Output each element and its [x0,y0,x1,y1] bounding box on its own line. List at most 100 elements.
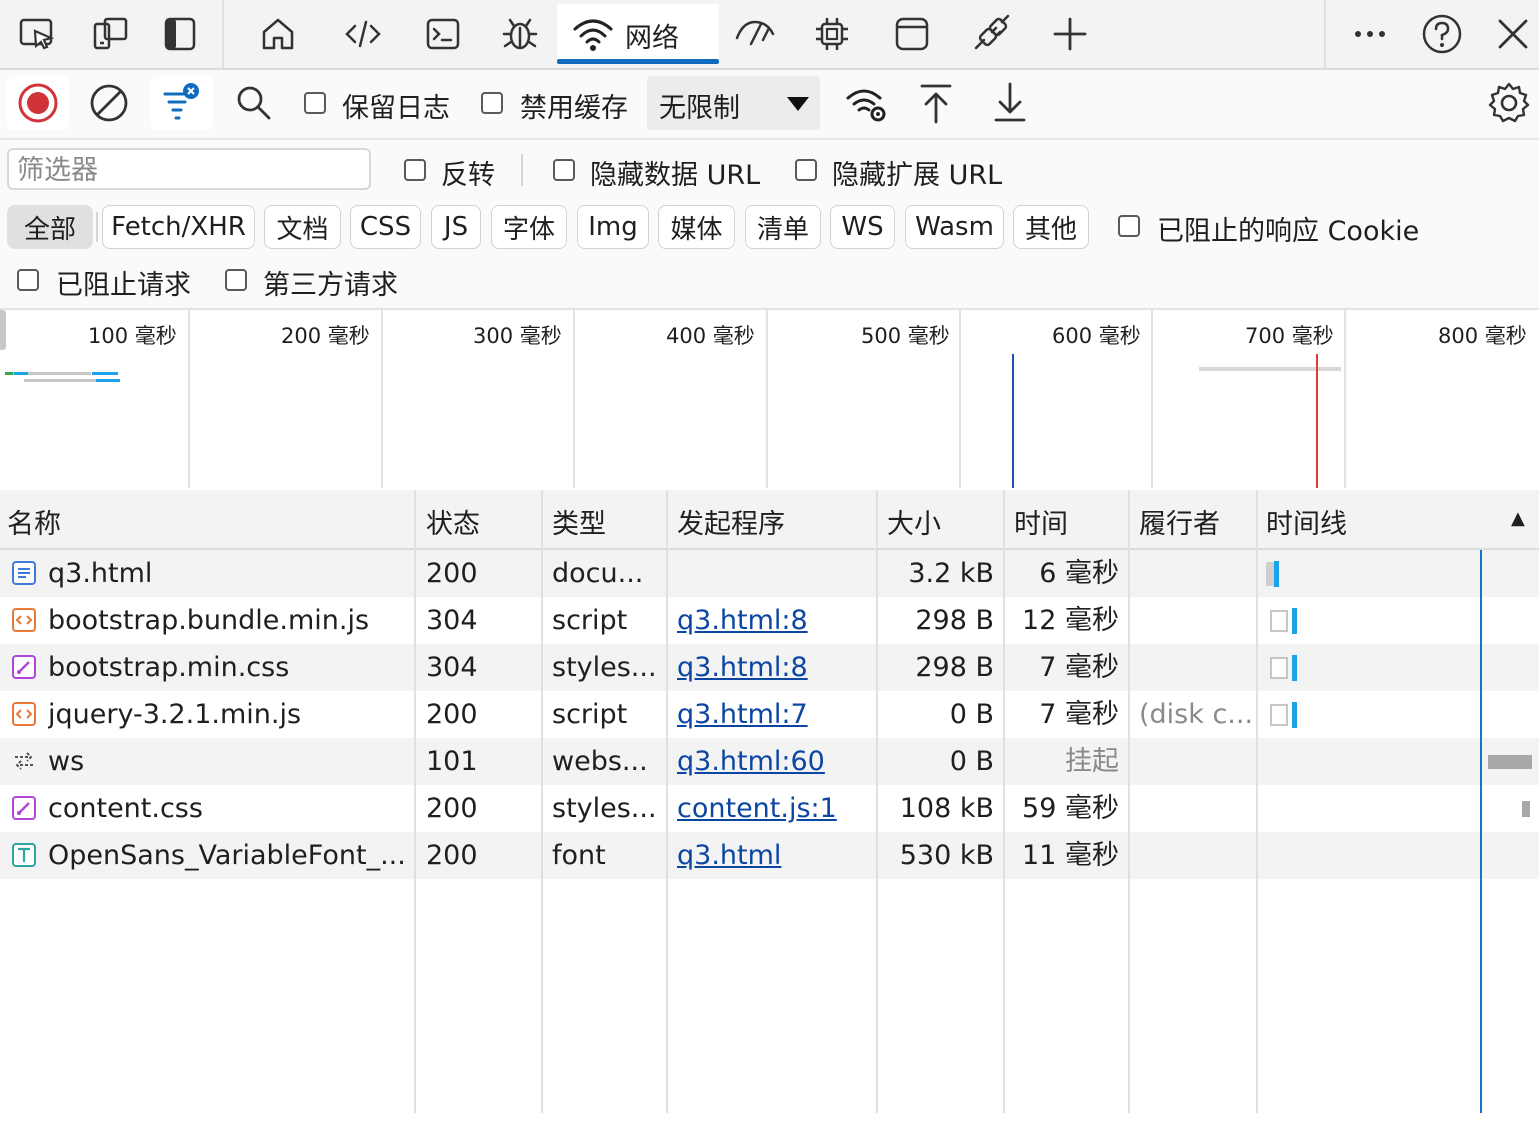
export-har-button[interactable] [990,80,1030,126]
performance-icon[interactable] [733,12,777,56]
blocked-requests-label: 已阻止请求 [56,270,191,301]
third-party-label: 第三方请求 [263,270,398,301]
waterfall-bar-waiting [1522,800,1530,817]
memory-chip-icon[interactable] [810,12,854,56]
sort-ascending-icon[interactable]: ▲ [1511,508,1525,529]
request-status: 101 [426,746,478,777]
dom-content-loaded-line [1012,354,1014,488]
type-filter-img[interactable]: Img [577,205,649,249]
preserve-log-checkbox[interactable] [304,92,326,114]
blocked-requests-checkbox[interactable] [17,269,39,291]
overview-left-handle[interactable] [0,310,6,350]
filter-toggle-button[interactable] [151,76,213,130]
request-initiator-link[interactable]: q3.html:8 [677,597,872,644]
type-filter-fetch-xhr[interactable]: Fetch/XHR [102,205,255,249]
column-header-fulfilled-by[interactable]: 履行者 [1139,502,1220,541]
blocked-cookies-checkbox[interactable] [1118,215,1140,237]
table-row[interactable]: OpenSans_VariableFont_... 200 font q3.html 5… [0,832,1539,879]
column-header-initiator[interactable]: 发起程序 [677,502,785,541]
request-type: docu... [552,558,644,589]
waterfall-bar-waiting [1488,754,1532,769]
invert-checkbox[interactable] [404,159,426,181]
column-header-name[interactable]: 名称 [7,502,61,541]
add-tool-icon[interactable] [1048,12,1092,56]
crossorigin-plug-icon[interactable] [968,12,1012,56]
device-emulation-icon[interactable] [88,12,132,56]
request-initiator-link[interactable]: q3.html [677,832,872,879]
hide-extension-urls-checkbox[interactable] [795,159,817,181]
tab-network[interactable]: 网络 [557,4,719,64]
column-header-type[interactable]: 类型 [552,502,606,541]
overview-gridline [188,310,190,488]
column-header-waterfall[interactable]: 时间线 [1266,502,1347,541]
column-divider[interactable] [666,490,668,1113]
table-row[interactable]: bootstrap.min.css 304 styles... q3.html:8 29… [0,644,1539,691]
network-conditions-button[interactable] [844,82,890,126]
column-divider[interactable] [541,490,543,1113]
type-filter-css[interactable]: CSS [350,205,421,249]
throttling-value: 无限制 [659,93,740,124]
column-divider[interactable] [1256,490,1258,1113]
filter-input-box[interactable] [7,148,371,190]
import-har-button[interactable] [916,80,956,126]
hide-data-urls-checkbox[interactable] [553,159,575,181]
more-tools-icon[interactable] [1348,12,1392,56]
inspect-icon[interactable] [15,12,59,56]
column-header-time[interactable]: 时间 [1014,502,1068,541]
overview-tick: 300 毫秒 [473,324,562,348]
table-row[interactable]: ws 101 webs... q3.html:60 0 B 挂起 [0,738,1539,785]
request-size: 530 kB [899,840,994,871]
type-filter-document[interactable]: 文档 [264,205,341,249]
type-filter-font[interactable]: 字体 [491,205,567,249]
type-filter-js[interactable]: JS [431,205,481,249]
record-button[interactable] [7,76,69,130]
request-name: ws [48,746,85,777]
script-icon [11,607,37,633]
request-type: script [552,699,628,730]
type-filter-other[interactable]: 其他 [1013,205,1089,249]
table-row[interactable]: q3.html 200 docu... 3.2 kB 6 毫秒 [0,550,1539,597]
type-filter-wasm[interactable]: Wasm [905,205,1004,249]
table-row[interactable]: jquery-3.2.1.min.js 200 script q3.html:7 0 B… [0,691,1539,738]
type-filter-manifest[interactable]: 清单 [745,205,821,249]
column-divider[interactable] [1128,490,1130,1113]
network-settings-button[interactable] [1486,80,1532,126]
dock-side-icon[interactable] [158,12,202,56]
column-header-size[interactable]: 大小 [887,502,941,541]
third-party-checkbox[interactable] [225,269,247,291]
column-divider[interactable] [414,490,416,1113]
request-type: font [552,840,606,871]
sources-bug-icon[interactable] [498,12,542,56]
application-icon[interactable] [890,12,934,56]
table-row[interactable]: content.css 200 styles... content.js:1 108 k… [0,785,1539,832]
elements-code-icon[interactable] [341,12,385,56]
column-divider[interactable] [876,490,878,1113]
column-header-status[interactable]: 状态 [426,502,480,541]
request-name: bootstrap.bundle.min.js [48,605,370,636]
request-initiator-link[interactable]: q3.html:7 [677,691,872,738]
close-icon[interactable] [1491,12,1535,56]
download-arrow-icon [994,82,1026,122]
console-icon[interactable] [421,12,465,56]
type-filter-all[interactable]: 全部 [7,205,93,249]
filter-input[interactable] [15,150,359,190]
table-row[interactable]: bootstrap.bundle.min.js 304 script q3.html:… [0,597,1539,644]
request-initiator-link[interactable]: q3.html:8 [677,644,872,691]
request-initiator-link[interactable]: content.js:1 [677,785,872,832]
search-button[interactable] [233,82,275,124]
request-initiator-link[interactable]: q3.html:60 [677,738,872,785]
overview-request-bar [5,372,13,375]
request-name: q3.html [48,558,153,589]
script-icon [11,701,37,727]
disable-cache-checkbox[interactable] [481,92,503,114]
column-divider[interactable] [1003,490,1005,1113]
clear-button[interactable] [86,80,132,126]
type-filter-ws[interactable]: WS [830,205,895,249]
help-icon[interactable] [1420,12,1464,56]
request-type: script [552,605,628,636]
welcome-home-icon[interactable] [256,12,300,56]
request-name: content.css [48,793,203,824]
invert-label: 反转 [441,160,495,191]
type-filter-media[interactable]: 媒体 [658,205,735,249]
throttling-select[interactable]: 无限制 [647,76,820,130]
